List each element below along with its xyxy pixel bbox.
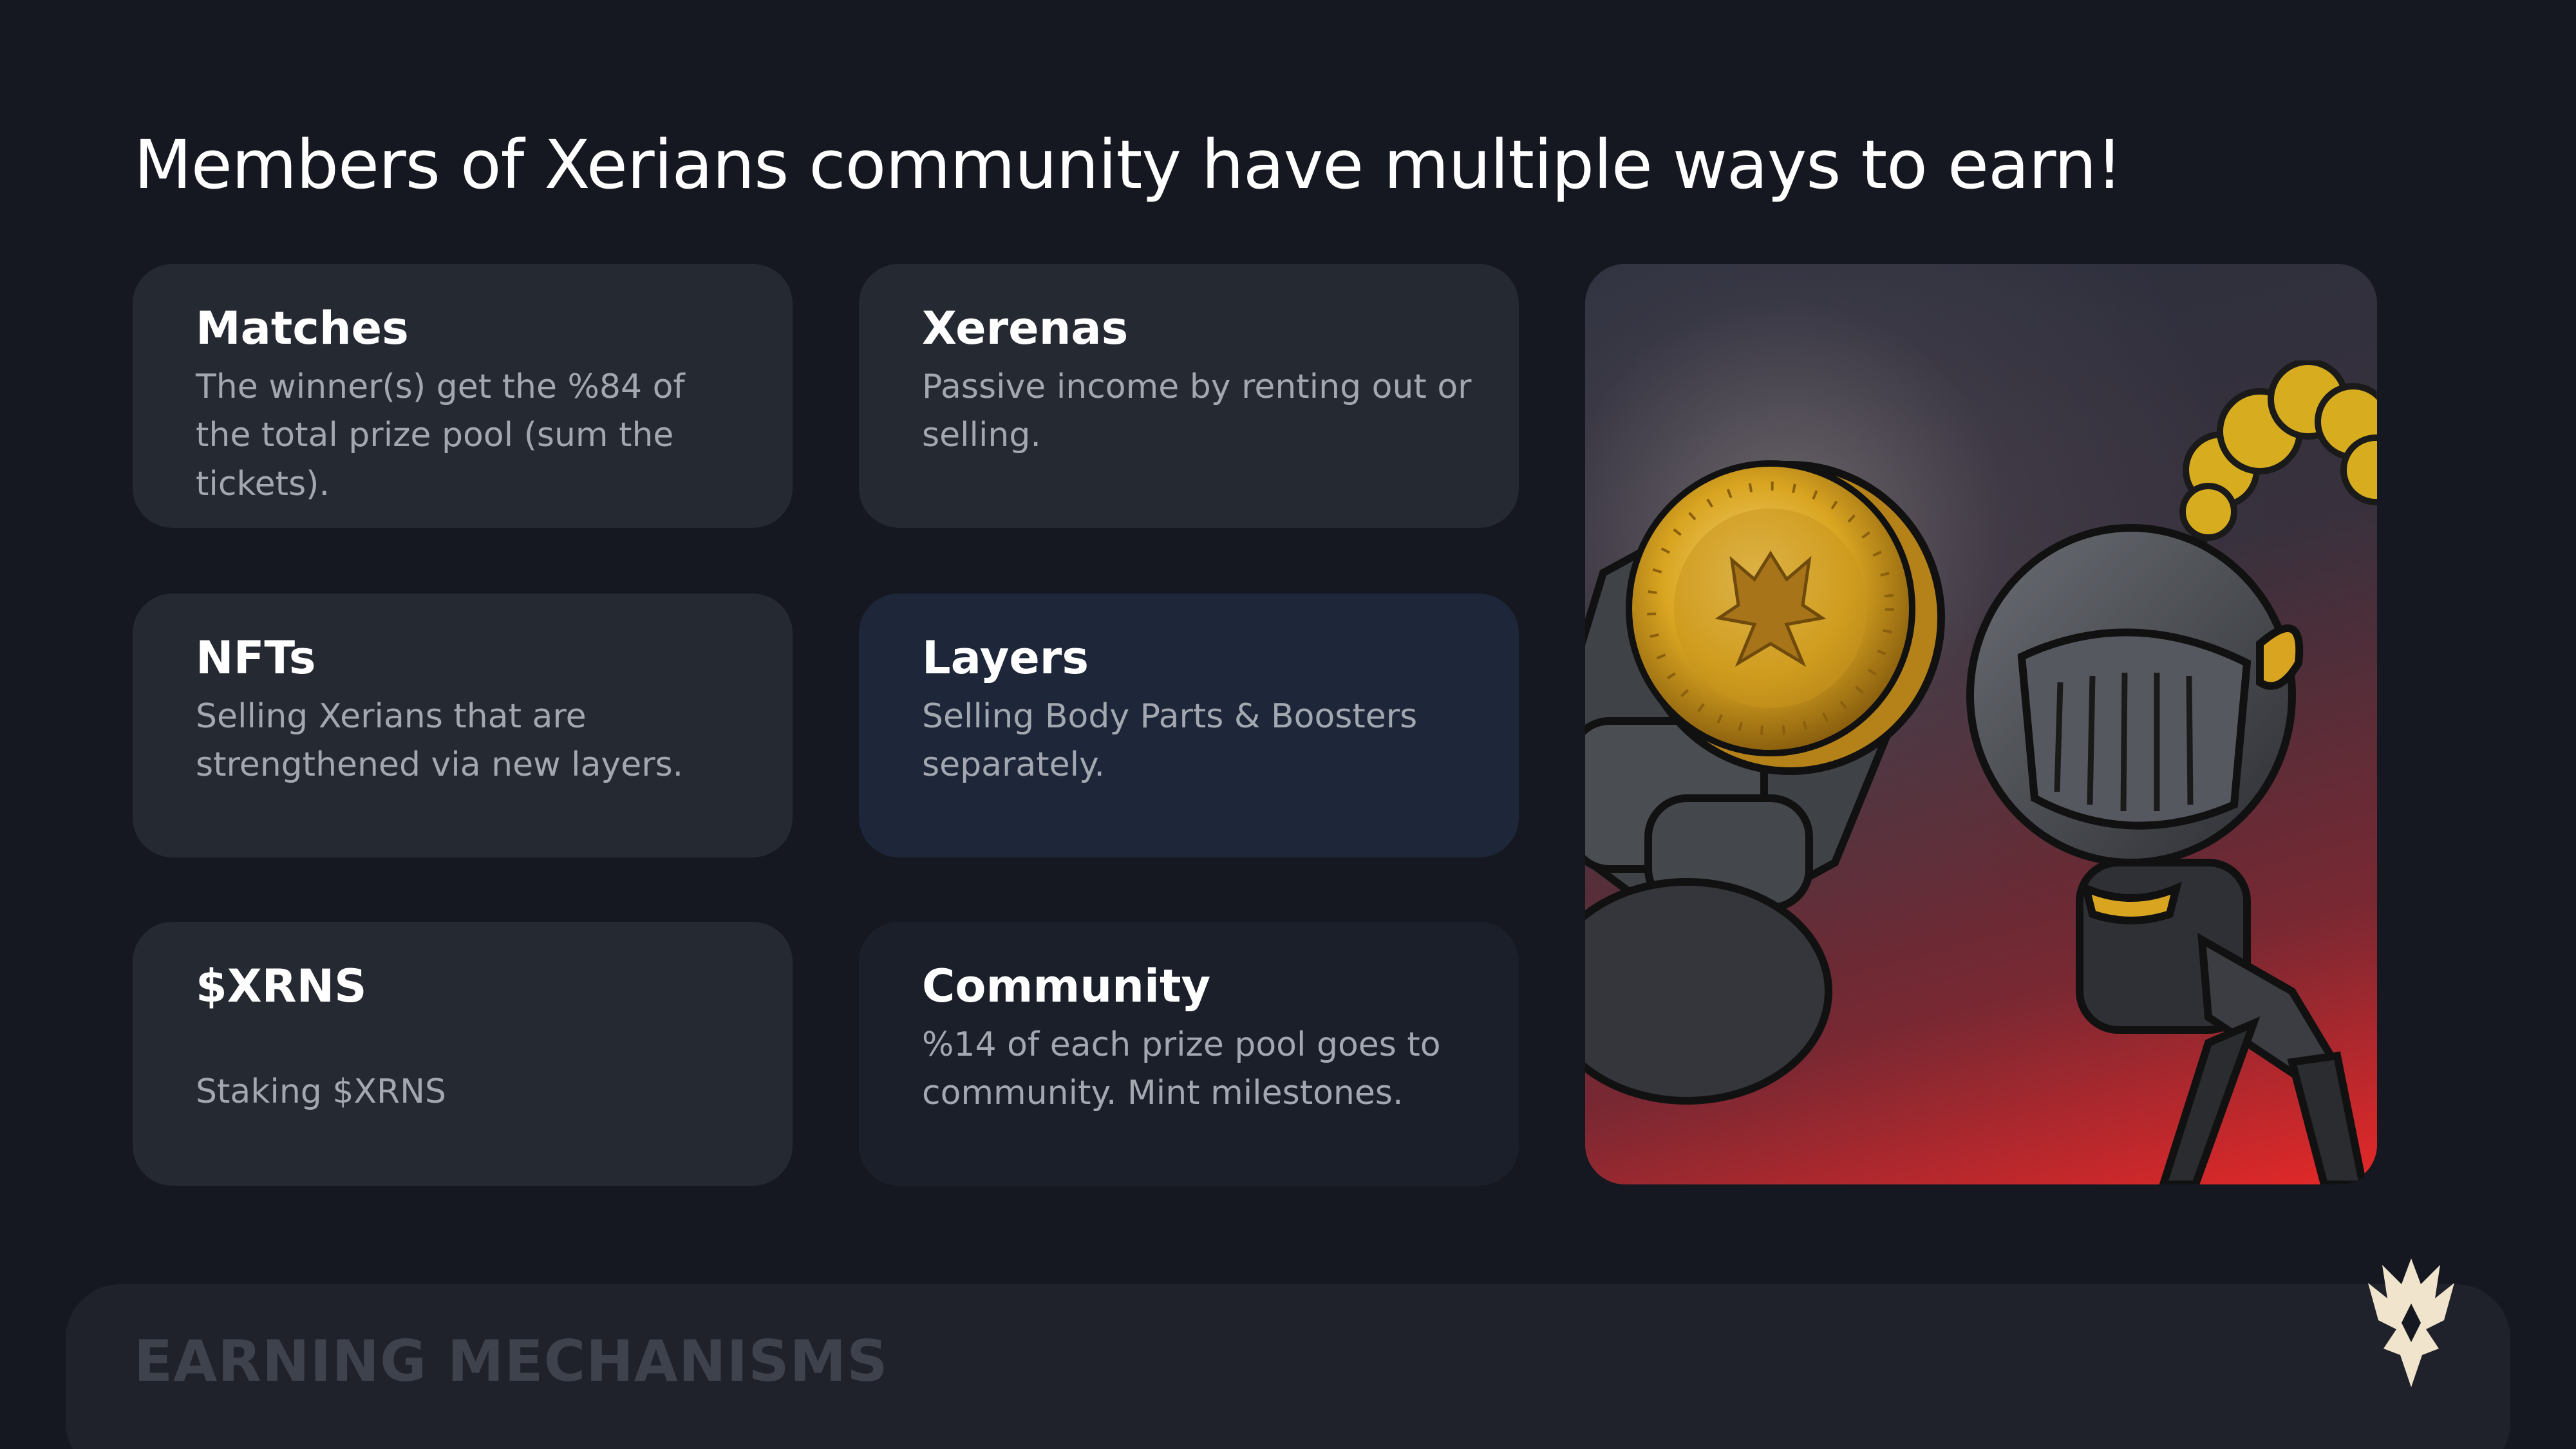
card-matches: Matches The winner(s) get the %84 of the… xyxy=(133,264,793,528)
card-title: NFTs xyxy=(196,631,316,684)
card-layers: Layers Selling Body Parts & Boosters sep… xyxy=(859,594,1519,857)
card-title: Xerenas xyxy=(922,302,1129,355)
card-title: $XRNS xyxy=(196,960,367,1013)
card-xerenas: Xerenas Passive income by renting out or… xyxy=(859,264,1519,528)
crown-logo-icon xyxy=(2368,1258,2454,1387)
card-title: Community xyxy=(922,960,1211,1013)
card-nfts: NFTs Selling Xerians that are strengthen… xyxy=(133,594,793,857)
page-title: Members of Xerians community have multip… xyxy=(134,126,2123,204)
card-xrns: $XRNS Staking $XRNS xyxy=(133,922,793,1186)
card-text: Selling Xerians that are strengthened vi… xyxy=(196,697,684,785)
footer-label: EARNING MECHANISMS xyxy=(134,1328,888,1394)
card-text: The winner(s) get the %84 of the total p… xyxy=(196,368,685,503)
card-title: Layers xyxy=(922,631,1089,684)
smoke-plume xyxy=(2179,360,2377,541)
card-text: Selling Body Parts & Boosters separately… xyxy=(922,697,1418,785)
card-text: Staking $XRNS xyxy=(196,1072,447,1111)
card-text: %14 of each prize pool goes to community… xyxy=(922,1025,1441,1113)
card-community: Community %14 of each prize pool goes to… xyxy=(859,922,1519,1186)
slide: Members of Xerians community have multip… xyxy=(0,0,2576,1449)
card-title: Matches xyxy=(196,302,409,355)
robot-holding-coin-illustration xyxy=(1585,360,2377,1184)
card-text: Passive income by renting out or selling… xyxy=(922,368,1472,455)
